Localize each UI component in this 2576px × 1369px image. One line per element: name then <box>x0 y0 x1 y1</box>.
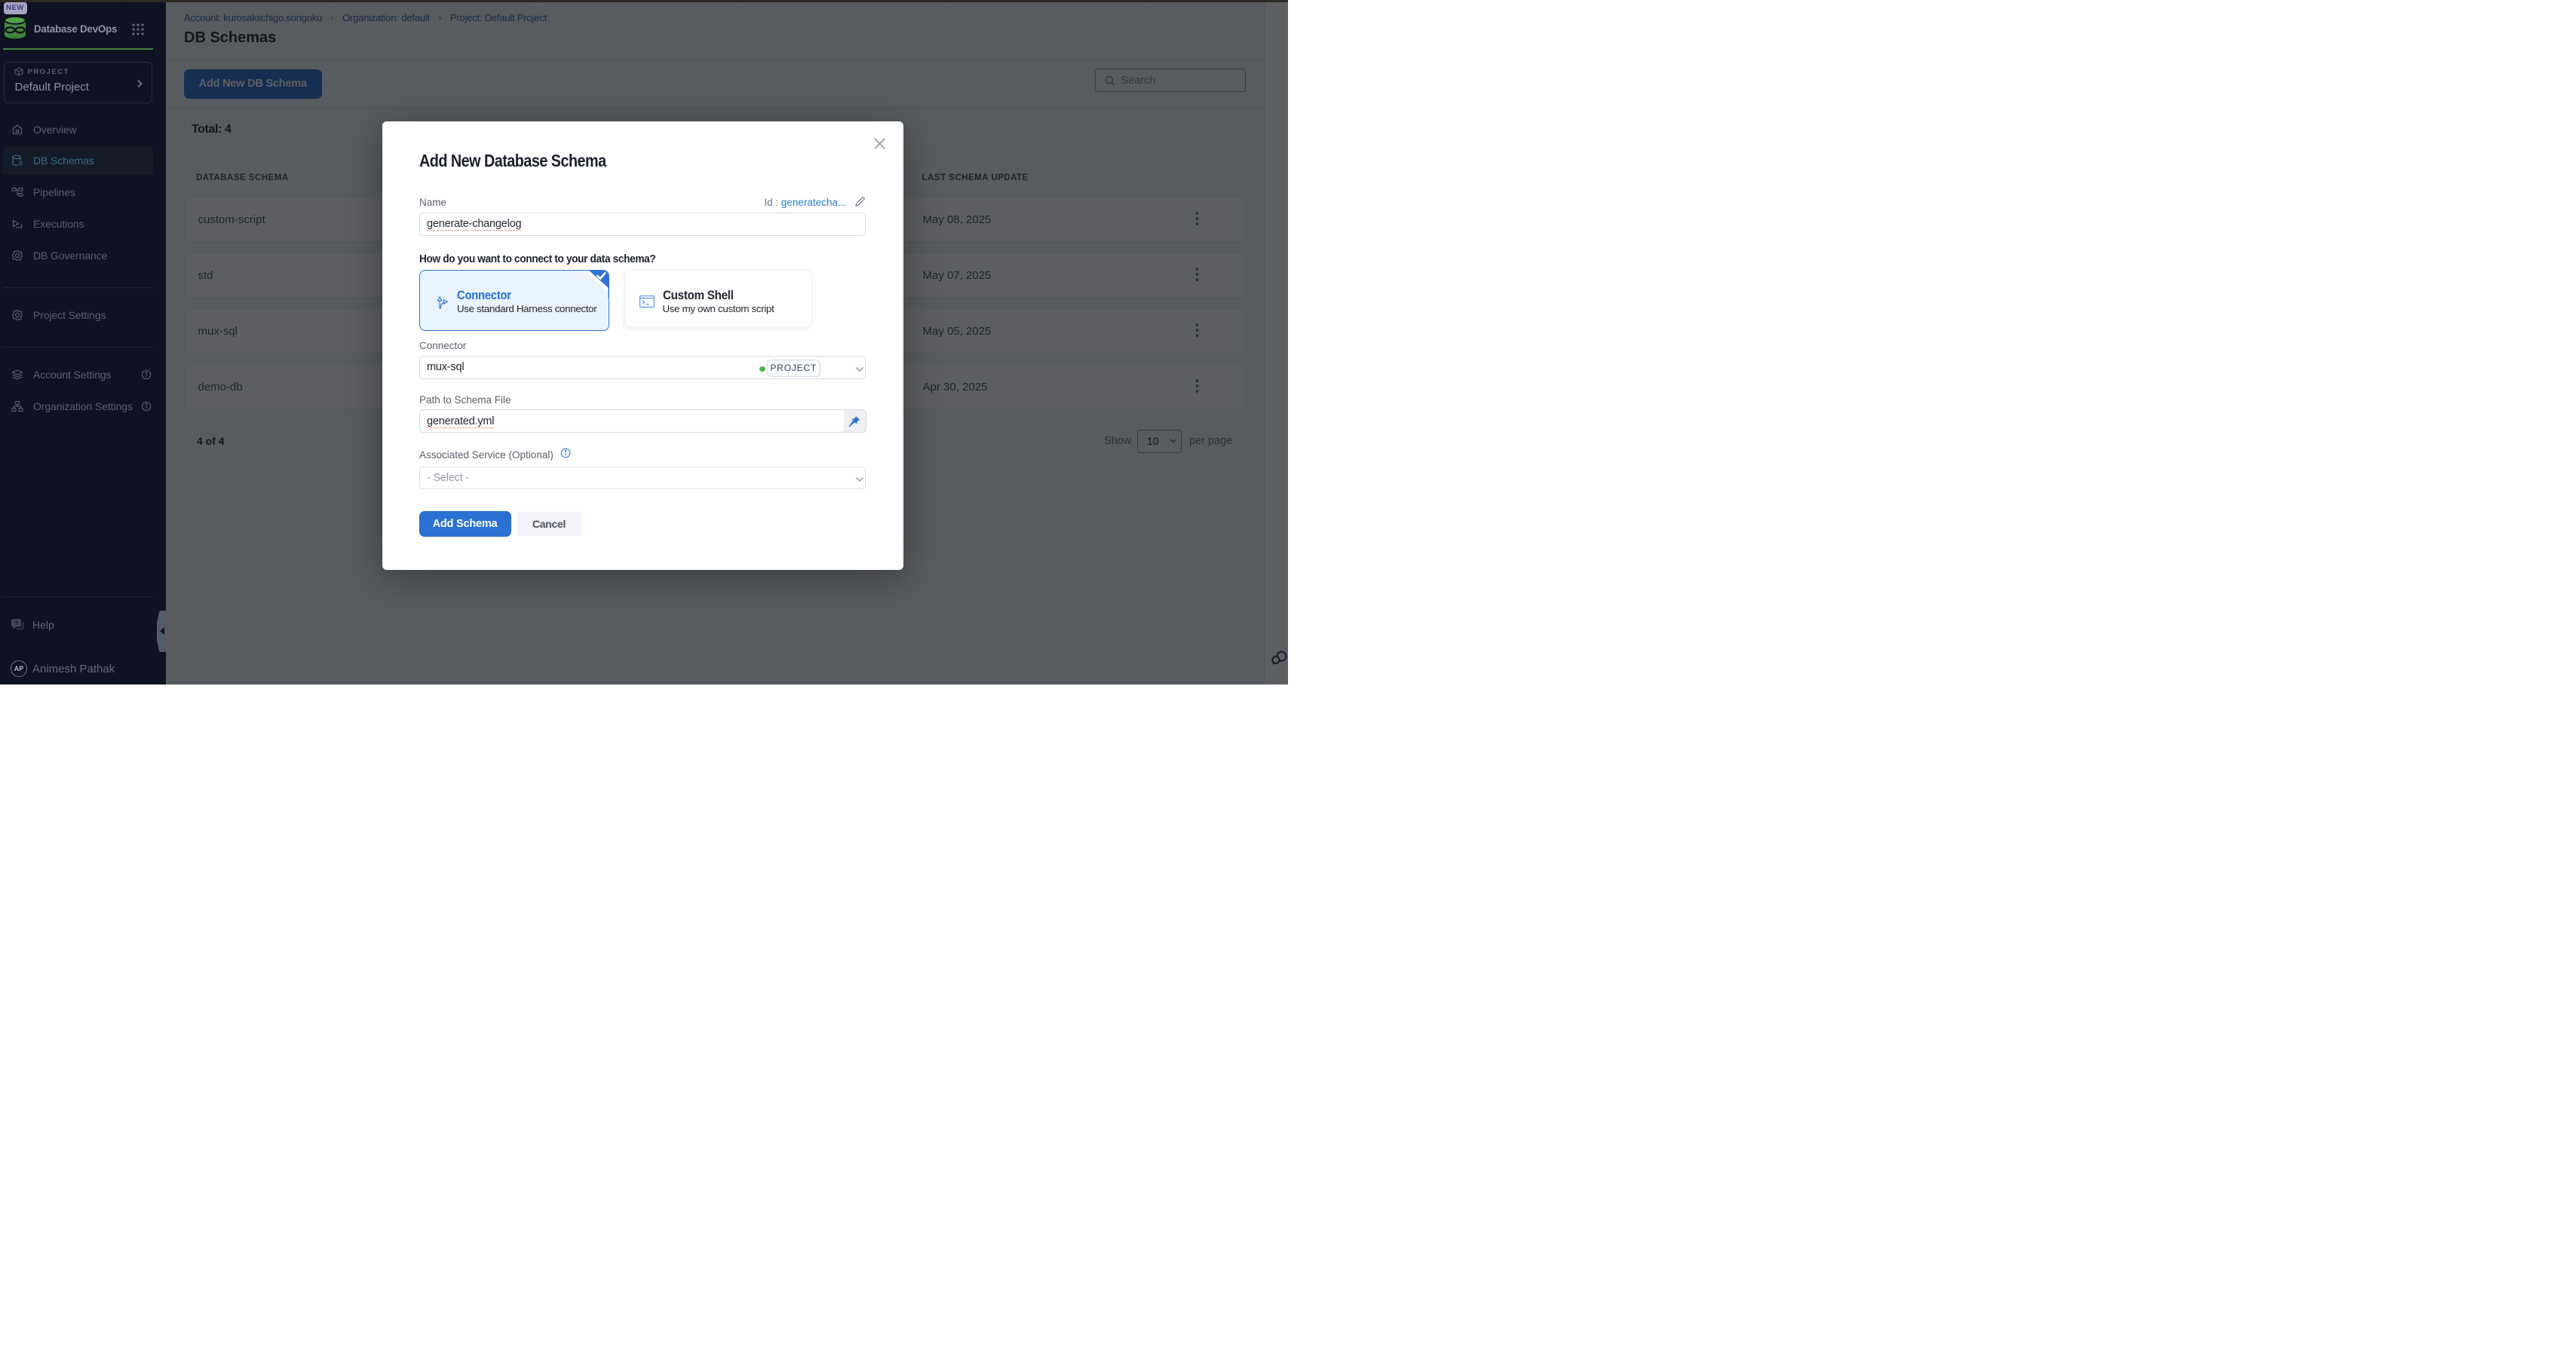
svg-text:?: ? <box>14 620 18 626</box>
